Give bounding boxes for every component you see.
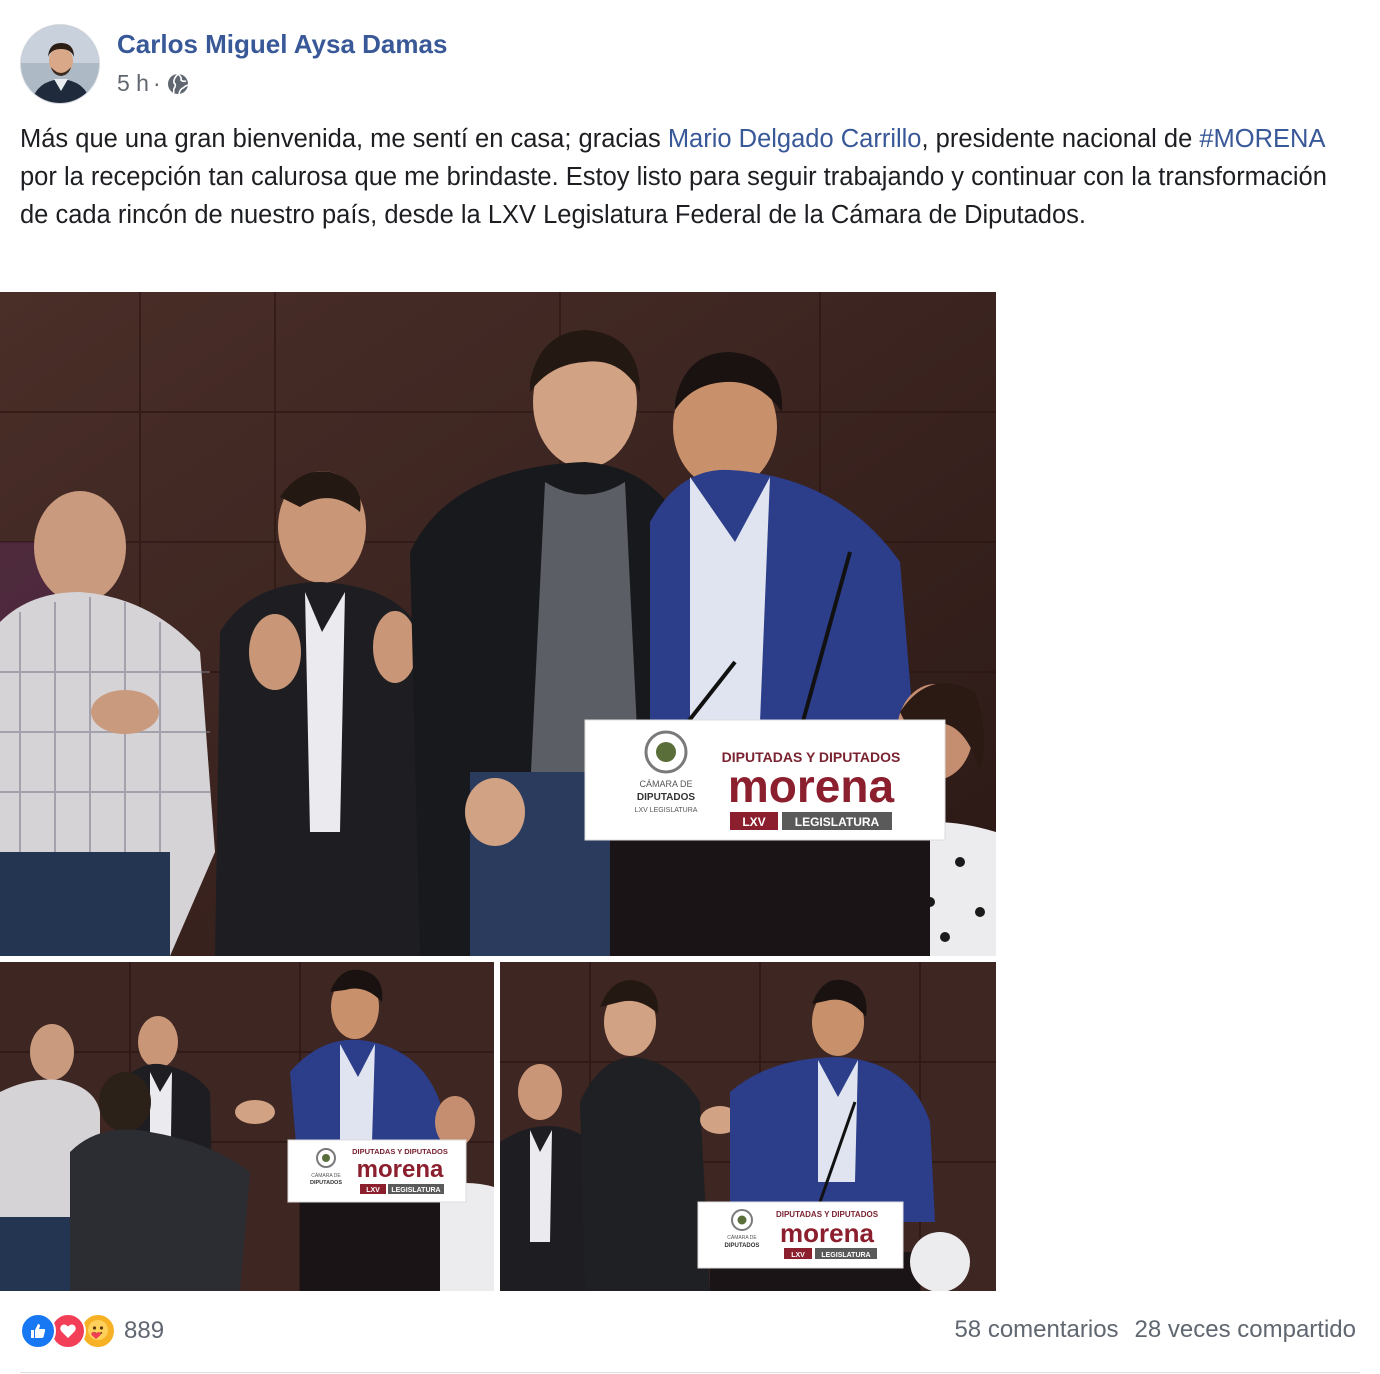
reaction-count[interactable]: 889 [124,1317,164,1345]
podium-brand: morena [728,760,895,812]
podium-seal-line1: CÁMARA DE [727,1234,757,1241]
podium-badge-lxv: LXV [791,1252,805,1259]
hashtag-link[interactable]: #MORENA [1199,125,1324,153]
comments-count[interactable]: 58 comentarios [954,1316,1118,1344]
facebook-post: Carlos Miguel Aysa Damas 5 h · Más que u… [0,0,1380,1374]
podium-seal-line3: LXV LEGISLATURA [635,807,698,814]
podium-badge-legislatura: LEGISLATURA [821,1252,870,1259]
meta-separator: · [152,70,161,96]
reactions-summary[interactable]: 889 [20,1311,164,1351]
podium-seal-line1: CÁMARA DE [639,779,692,789]
post-meta: 5 h · [117,70,189,97]
post-text-part3: por la recepción tan calurosa que me bri… [20,163,1327,229]
podium-brand: morena [780,1218,874,1248]
podium-badge-lxv: LXV [742,815,765,829]
photo-right-image: CÁMARA DE DIPUTADOS DIPUTADAS Y DIPUTADO… [500,962,996,1291]
podium-badge-legislatura: LEGISLATURA [795,815,880,829]
podium-badge-lxv: LXV [366,1187,380,1194]
podium-heading: DIPUTADAS Y DIPUTADOS [352,1147,448,1156]
post-photo-secondary-left[interactable]: CÁMARA DE DIPUTADOS DIPUTADAS Y DIPUTADO… [0,962,494,1291]
author-name[interactable]: Carlos Miguel Aysa Damas [117,29,447,60]
post-photo-secondary-right[interactable]: CÁMARA DE DIPUTADOS DIPUTADAS Y DIPUTADO… [500,962,996,1291]
post-time[interactable]: 5 h [117,70,149,97]
footer-divider [20,1372,1360,1373]
like-icon [20,1313,56,1349]
podium-brand: morena [357,1156,444,1183]
post-photo-main[interactable]: CÁMARA DE DIPUTADOS LXV LEGISLATURA DIPU… [0,292,996,956]
shares-count[interactable]: 28 veces compartido [1135,1316,1356,1344]
podium-seal-line2: DIPUTADOS [310,1180,342,1186]
author-avatar[interactable] [20,24,100,104]
podium-seal-line2: DIPUTADOS [725,1243,760,1249]
post-stats: 58 comentarios 28 veces compartido [954,1316,1356,1344]
globe-icon[interactable] [167,72,189,95]
podium-seal-line1: CÁMARA DE [311,1172,341,1179]
podium-seal-line2: DIPUTADOS [637,792,695,803]
podium-badge-legislatura: LEGISLATURA [391,1187,440,1194]
post-text: Más que una gran bienvenida, me sentí en… [20,120,1360,234]
avatar-image [21,25,99,103]
post-text-part1: Más que una gran bienvenida, me sentí en… [20,125,668,153]
mention-link[interactable]: Mario Delgado Carrillo [668,125,922,153]
photo-main-image: CÁMARA DE DIPUTADOS LXV LEGISLATURA DIPU… [0,292,996,956]
post-text-part2: , presidente nacional de [921,125,1200,153]
photo-left-image: CÁMARA DE DIPUTADOS DIPUTADAS Y DIPUTADO… [0,962,494,1291]
